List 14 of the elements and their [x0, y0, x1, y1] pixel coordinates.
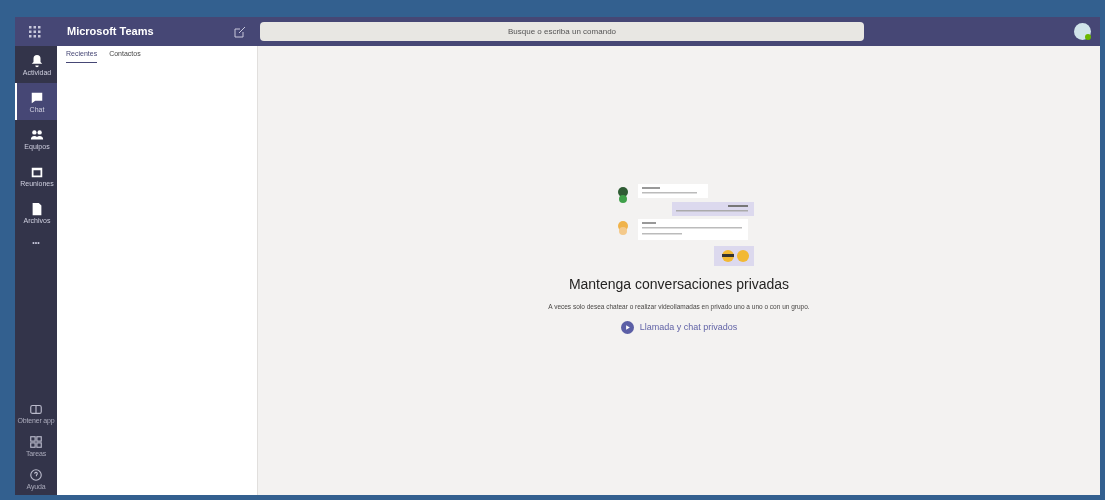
play-icon [620, 321, 634, 334]
search-field[interactable]: Busque o escriba un comando [260, 22, 864, 41]
app-grid-icon[interactable] [29, 25, 41, 38]
avatar[interactable] [1074, 23, 1091, 40]
chat-icon [30, 90, 44, 105]
private-chat-link[interactable]: Llamada y chat privados [620, 320, 738, 335]
app-title: Microsoft Teams [67, 24, 154, 40]
people-icon [30, 127, 44, 142]
help-icon [29, 467, 43, 482]
file-icon [30, 201, 44, 216]
compose-icon[interactable] [234, 25, 246, 38]
bell-icon [30, 53, 44, 68]
apps-icon [29, 434, 43, 449]
empty-state-title: Mantenga conversaciones privadas [568, 275, 790, 294]
